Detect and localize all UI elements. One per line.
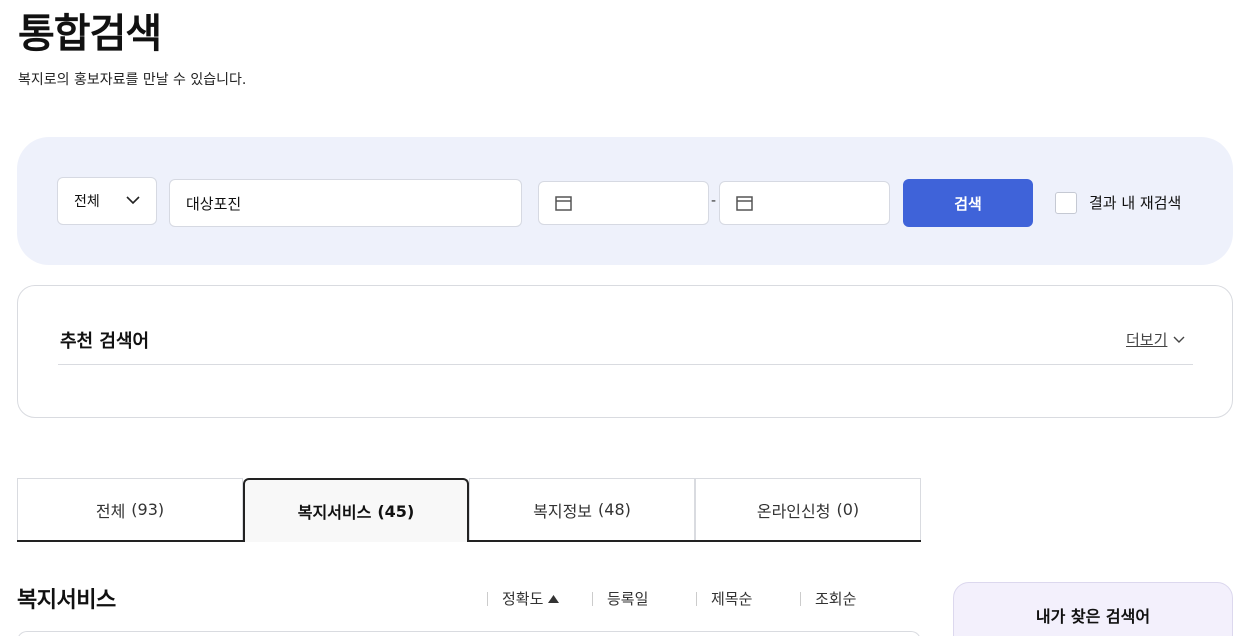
sort-label: 정확도 — [502, 590, 544, 608]
search-panel: 전체 - 검색 결과 내 재검색 — [17, 137, 1233, 265]
search-button[interactable]: 검색 — [903, 179, 1033, 227]
tab-count: (0) — [836, 500, 860, 519]
tab-label: 복지정보 — [533, 501, 593, 521]
tab-label: 온라인신청 — [756, 501, 831, 521]
result-list — [17, 631, 921, 636]
recommend-title: 추천 검색어 — [60, 331, 150, 352]
divider — [696, 591, 697, 606]
tab-count: (93) — [131, 500, 165, 519]
research-checkbox[interactable] — [1055, 192, 1077, 214]
divider — [592, 591, 593, 606]
calendar-icon[interactable] — [555, 196, 572, 211]
sort-views[interactable]: 조회순 — [800, 588, 856, 609]
tab-all[interactable]: 전체 (93) — [17, 478, 243, 540]
divider — [800, 591, 801, 606]
page-description: 복지로의 홍보자료를 만날 수 있습니다. — [18, 72, 247, 88]
calendar-icon[interactable] — [736, 196, 753, 211]
sort-label: 제목순 — [711, 590, 753, 608]
tab-welfare-service[interactable]: 복지서비스 (45) — [243, 478, 469, 542]
category-select-value: 전체 — [74, 194, 100, 210]
more-label: 더보기 — [1126, 331, 1168, 349]
sort-label: 등록일 — [607, 590, 649, 608]
recommend-panel: 추천 검색어 더보기 — [17, 285, 1233, 418]
sort-accuracy[interactable]: 정확도 — [487, 588, 560, 609]
my-searches-title: 내가 찾은 검색어 — [1035, 607, 1151, 626]
category-select[interactable]: 전체 — [57, 177, 157, 225]
sort-title[interactable]: 제목순 — [696, 588, 752, 609]
search-input[interactable] — [169, 179, 522, 227]
chevron-down-icon — [126, 196, 140, 205]
section-title: 복지서비스 — [17, 588, 116, 613]
divider — [487, 591, 488, 606]
tab-online-application[interactable]: 온라인신청 (0) — [695, 478, 921, 540]
chevron-down-icon — [1173, 336, 1185, 343]
divider — [58, 364, 1193, 365]
sort-date[interactable]: 등록일 — [592, 588, 648, 609]
my-searches-panel: 내가 찾은 검색어 — [953, 582, 1233, 636]
sort-up-icon — [548, 594, 560, 603]
more-button[interactable]: 더보기 — [1126, 329, 1185, 350]
sort-label: 조회순 — [815, 590, 857, 608]
page-title: 통합검색 — [18, 11, 162, 57]
tab-count: (45) — [377, 501, 415, 521]
tab-count: (48) — [598, 500, 631, 519]
result-tabs: 전체 (93) 복지서비스 (45) 복지정보 (48) 온라인신청 (0) — [17, 478, 921, 542]
date-separator: - — [711, 193, 717, 209]
tab-label: 전체 — [95, 501, 126, 521]
end-date-input[interactable] — [719, 181, 890, 225]
tab-welfare-info[interactable]: 복지정보 (48) — [469, 478, 695, 540]
research-label[interactable]: 결과 내 재검색 — [1089, 193, 1181, 213]
start-date-input[interactable] — [538, 181, 709, 225]
tab-label: 복지서비스 — [297, 503, 372, 522]
